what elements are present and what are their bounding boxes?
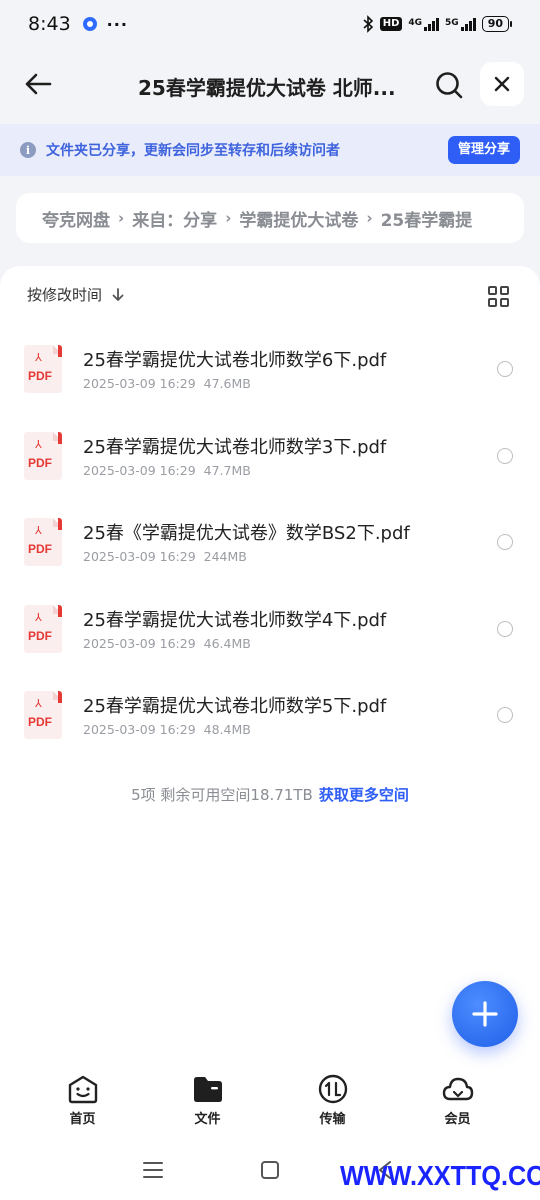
close-button[interactable] — [480, 62, 524, 106]
bottom-nav: 首页 文件 传输 会员 — [0, 1074, 540, 1134]
pdf-file-icon: ⅄ PDF — [24, 518, 62, 566]
get-more-space-link[interactable]: 获取更多空间 — [319, 786, 409, 804]
file-name: 25春学霸提优大试卷北师数学4下.pdf — [83, 609, 387, 631]
file-name: 25春学霸提优大试卷北师数学6下.pdf — [83, 350, 387, 371]
file-row[interactable]: ⅄ PDF 25春学霸提优大试卷北师数学4下.pdf 2025-03-09 16:… — [0, 586, 540, 673]
arrow-left-icon — [25, 73, 52, 95]
bluetooth-icon — [363, 15, 373, 33]
menu-icon[interactable] — [142, 1160, 164, 1180]
breadcrumb-item-current: 25春学霸提 — [380, 210, 473, 231]
storage-info-text: 5项 剩余可用空间18.71TB — [131, 786, 313, 804]
watermark-text: WWW.XXTTQ.COM — [340, 1160, 540, 1191]
file-date: 2025-03-09 16:29 — [83, 462, 196, 478]
file-size: 47.6MB — [203, 376, 251, 391]
nav-transfer[interactable]: 传输 — [270, 1074, 395, 1127]
home-square-icon[interactable] — [260, 1160, 280, 1180]
cloud-icon — [442, 1077, 473, 1101]
plus-icon — [472, 1001, 498, 1027]
battery-icon: 90 — [481, 16, 512, 32]
file-size: 48.4MB — [203, 722, 251, 737]
nav-transfer-label: 传输 — [319, 1112, 346, 1127]
home-smile-icon — [68, 1075, 97, 1104]
file-date: 2025-03-09 16:29 — [83, 635, 196, 651]
add-button[interactable] — [452, 981, 518, 1047]
file-row[interactable]: ⅄ PDF 25春学霸提优大试卷北师数学6下.pdf 2025-03-09 16:… — [0, 326, 540, 413]
page-title: 25春学霸提优大试卷 北师... — [138, 76, 396, 100]
breadcrumb-item-folder[interactable]: 学霸提优大试卷 — [239, 206, 358, 231]
file-date: 2025-03-09 16:29 — [83, 549, 196, 564]
file-date: 2025-03-09 16:29 — [83, 376, 196, 391]
back-button[interactable] — [18, 64, 58, 104]
share-notice-banner: i 文件夹已分享，更新会同步至转存和后续访问者 管理分享 — [0, 124, 540, 176]
nav-home[interactable]: 首页 — [20, 1074, 145, 1127]
file-meta: 2025-03-09 16:29 47.7MB — [83, 463, 251, 478]
signal-4g-label: 4G — [408, 17, 423, 28]
pdf-file-icon: ⅄ PDF — [24, 345, 62, 393]
file-size: 244MB — [203, 549, 247, 564]
select-radio[interactable] — [497, 361, 513, 377]
hd-badge: HD — [379, 17, 403, 31]
select-radio[interactable] — [497, 707, 513, 723]
grid-view-icon[interactable] — [488, 286, 510, 308]
sort-control[interactable]: 按修改时间 — [27, 284, 124, 305]
select-radio[interactable] — [497, 447, 513, 464]
signal-5g-label: 5G — [445, 17, 459, 28]
file-meta: 2025-03-09 16:29 48.4MB — [83, 722, 251, 737]
select-radio[interactable] — [497, 534, 513, 550]
chevron-right-icon: › — [118, 209, 125, 227]
status-indicators: HD 4G 5G 90 — [362, 15, 512, 33]
folder-icon — [193, 1077, 222, 1102]
arrow-down-icon — [112, 287, 124, 301]
file-name: 25春学霸提优大试卷北师数学5下.pdf — [83, 696, 387, 717]
file-row[interactable]: ⅄ PDF 25春《学霸提优大试卷》数学BS2下.pdf 2025-03-09 1… — [0, 499, 540, 586]
file-row[interactable]: ⅄ PDF 25春学霸提优大试卷北师数学5下.pdf 2025-03-09 16:… — [0, 672, 540, 759]
search-icon — [436, 72, 463, 99]
header: 25春学霸提优大试卷 北师... — [0, 48, 540, 122]
nav-member-label: 会员 — [444, 1112, 471, 1127]
pdf-file-icon: ⅄ PDF — [24, 431, 62, 480]
sort-label: 按修改时间 — [27, 286, 103, 304]
breadcrumb-item-root[interactable]: 夸克网盘 — [42, 206, 110, 231]
file-meta: 2025-03-09 16:29 47.6MB — [83, 376, 251, 391]
manage-share-button[interactable]: 管理分享 — [447, 136, 520, 164]
file-list: ⅄ PDF 25春学霸提优大试卷北师数学6下.pdf 2025-03-09 16:… — [0, 326, 540, 759]
nav-files-label: 文件 — [194, 1112, 221, 1127]
breadcrumb: 夸克网盘 › 来自：分享 › 学霸提优大试卷 › 25春学霸提 — [16, 193, 524, 243]
chevron-right-icon: › — [225, 209, 232, 227]
transfer-icon — [318, 1074, 347, 1104]
pdf-file-icon: ⅄ PDF — [24, 604, 62, 653]
file-row[interactable]: ⅄ PDF 25春学霸提优大试卷北师数学3下.pdf 2025-03-09 16:… — [0, 413, 540, 500]
chevron-right-icon: › — [366, 209, 373, 227]
close-icon — [494, 76, 510, 92]
storage-info: 5项 剩余可用空间18.71TB 获取更多空间 — [0, 784, 540, 805]
battery-level: 90 — [481, 16, 509, 32]
file-size: 47.7MB — [203, 462, 251, 478]
status-time: 8:43 — [28, 13, 71, 35]
app-notification-icon — [82, 17, 97, 31]
file-meta: 2025-03-09 16:29 244MB — [83, 549, 247, 564]
search-button[interactable] — [428, 64, 470, 106]
nav-home-label: 首页 — [69, 1112, 96, 1127]
nav-files[interactable]: 文件 — [145, 1074, 270, 1127]
nav-member[interactable]: 会员 — [395, 1074, 520, 1127]
file-name: 25春《学霸提优大试卷》数学BS2下.pdf — [83, 523, 410, 544]
file-date: 2025-03-09 16:29 — [83, 722, 196, 737]
signal-5g-icon: 5G — [445, 17, 476, 31]
pdf-file-icon: ⅄ PDF — [24, 691, 62, 739]
file-meta: 2025-03-09 16:29 46.4MB — [83, 636, 251, 651]
share-notice-text: 文件夹已分享，更新会同步至转存和后续访问者 — [46, 143, 340, 159]
signal-4g-icon: 4G — [408, 17, 440, 31]
select-radio[interactable] — [497, 620, 513, 637]
status-bar: 8:43 ··· HD 4G 5G 90 — [0, 0, 540, 48]
file-name: 25春学霸提优大试卷北师数学3下.pdf — [83, 436, 387, 458]
status-more: ··· — [106, 14, 128, 34]
info-icon: i — [20, 142, 36, 158]
breadcrumb-item-share[interactable]: 来自：分享 — [132, 206, 217, 231]
file-size: 46.4MB — [203, 635, 251, 651]
file-panel: 按修改时间 ⅄ PDF 25春学霸提优大试卷北师数学6下.pdf 2025-03-… — [0, 266, 540, 1200]
